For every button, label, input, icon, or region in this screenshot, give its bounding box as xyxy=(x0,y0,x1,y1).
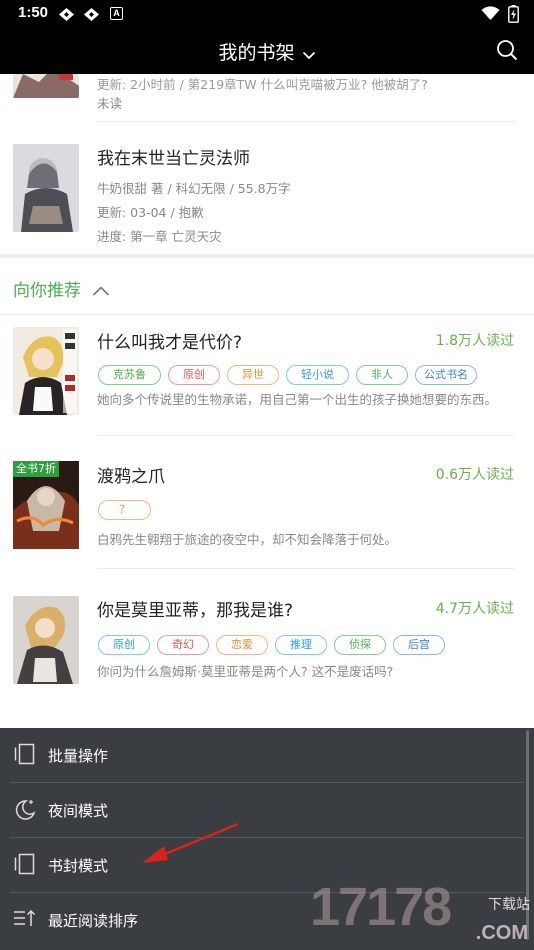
book-title: 什么叫我才是代价? xyxy=(97,333,243,353)
tag[interactable]: 异世 xyxy=(227,365,279,385)
book-title: 我在末世当亡灵法师 xyxy=(97,149,250,169)
tag[interactable]: 推理 xyxy=(275,635,327,655)
recommend-item[interactable]: 全书7折 渡鸦之爪 0.6万人读过 ？ 白鸦先生翱翔于旅途的夜空中，却不知会降落… xyxy=(0,436,534,568)
book-title: 渡鸦之爪 xyxy=(97,467,165,487)
tag[interactable]: 原创 xyxy=(98,635,150,655)
book-cover: 全书7折 xyxy=(13,461,79,549)
menu-label: 最近阅读排序 xyxy=(48,912,139,930)
bookshelf-content[interactable]: 更新: 2小时前 / 第219章TW 什么叫克喵被万业? 他被胡了? 未读 我在… xyxy=(0,74,534,728)
tag[interactable]: 公式书名 xyxy=(415,365,477,385)
cover-mode-icon xyxy=(14,853,35,875)
read-count: 4.7万人读过 xyxy=(435,601,514,617)
book-update: 更新: 03-04 / 抱歉 xyxy=(97,205,204,220)
book-author-meta: 牛奶很甜 著 / 科幻无限 / 55.8万字 xyxy=(97,181,291,196)
tag[interactable]: 后宫 xyxy=(393,635,445,655)
tag[interactable]: 恋爱 xyxy=(216,635,268,655)
tag[interactable]: 轻小说 xyxy=(286,365,349,385)
top-bar: 我的书架 xyxy=(0,28,534,74)
tag[interactable]: 克苏鲁 xyxy=(98,365,161,385)
tag[interactable]: ？ xyxy=(98,500,151,520)
menu-item-night-mode[interactable]: 夜间模式 xyxy=(0,783,534,838)
tag-list: 原创 奇幻 恋爱 推理 侦探 后宫 xyxy=(98,633,452,655)
shelf-book-partial[interactable]: 更新: 2小时前 / 第219章TW 什么叫克喵被万业? 他被胡了? 未读 xyxy=(0,74,534,121)
watermark-number: 17178 xyxy=(310,877,452,937)
chevron-up-icon xyxy=(93,286,110,296)
menu-label: 夜间模式 xyxy=(48,802,109,820)
book-cover xyxy=(13,596,79,684)
menu-label: 批量操作 xyxy=(48,747,109,765)
menu-item-batch[interactable]: 批量操作 xyxy=(0,728,534,783)
battery-icon xyxy=(508,5,519,23)
tag-list: ？ xyxy=(98,498,158,520)
annotation-arrow-icon xyxy=(142,822,239,863)
recommend-header[interactable]: 向你推荐 xyxy=(13,276,110,301)
read-count: 0.6万人读过 xyxy=(435,467,514,483)
tag-list: 克苏鲁 原创 异世 轻小说 非人 公式书名 xyxy=(98,363,484,385)
section-divider xyxy=(0,254,534,258)
search-icon[interactable] xyxy=(496,39,518,61)
book-progress: 未读 xyxy=(97,96,123,111)
watermark-domain: .COM xyxy=(475,922,528,944)
night-mode-icon xyxy=(15,800,36,820)
status-time: 1:50 xyxy=(18,4,49,21)
tag[interactable]: 原创 xyxy=(168,365,220,385)
book-progress: 进度: 第一章 亡灵天灾 xyxy=(97,229,222,244)
read-count: 1.8万人读过 xyxy=(435,333,514,349)
tag[interactable]: 奇幻 xyxy=(157,635,209,655)
app-notification-icon-2 xyxy=(84,8,99,21)
recommend-item[interactable]: 什么叫我才是代价? 1.8万人读过 克苏鲁 原创 异世 轻小说 非人 公式书名 她向多个传… xyxy=(0,315,534,434)
recommend-title: 向你推荐 xyxy=(13,281,81,301)
book-description: 白鸦先生翱翔于旅途的夜空中，却不知会降落于何处。 xyxy=(97,532,398,547)
book-cover xyxy=(13,74,79,98)
app-notification-icon xyxy=(59,8,74,21)
recommend-item[interactable]: 你是莫里亚蒂，那我是谁? 4.7万人读过 原创 奇幻 恋爱 推理 侦探 后宫 你问为什么詹… xyxy=(0,569,534,699)
a-badge-icon: A xyxy=(110,7,123,20)
batch-icon xyxy=(14,743,35,765)
tag[interactable]: 侦探 xyxy=(334,635,386,655)
book-meta: 更新: 2小时前 / 第219章TW 什么叫克喵被万业? 他被胡了? xyxy=(97,77,428,92)
tag[interactable]: 非人 xyxy=(356,365,408,385)
wifi-icon xyxy=(481,6,500,21)
page-title: 我的书架 xyxy=(218,42,295,64)
chevron-down-icon xyxy=(302,51,315,59)
status-bar: 1:50 A xyxy=(0,0,534,28)
shelf-book-item[interactable]: 我在末世当亡灵法师 牛奶很甜 著 / 科幻无限 / 55.8万字 更新: 03-… xyxy=(0,122,534,252)
discount-badge: 全书7折 xyxy=(13,461,59,477)
sort-icon xyxy=(14,909,36,926)
book-description: 她向多个传说里的生物承诺，用自己第一个出生的孩子换她想要的东西。 xyxy=(97,392,498,407)
book-cover xyxy=(13,327,79,415)
book-cover xyxy=(13,144,79,232)
watermark-site: 下载站 xyxy=(488,897,530,913)
book-description: 你问为什么詹姆斯·莫里亚蒂是两个人? 这不是废话吗? xyxy=(97,664,394,679)
site-watermark: 17178 下载站 .COM xyxy=(310,877,534,950)
book-title: 你是莫里亚蒂，那我是谁? xyxy=(97,601,294,621)
shelf-title-dropdown[interactable]: 我的书架 xyxy=(0,38,534,65)
menu-label: 书封模式 xyxy=(48,857,109,875)
